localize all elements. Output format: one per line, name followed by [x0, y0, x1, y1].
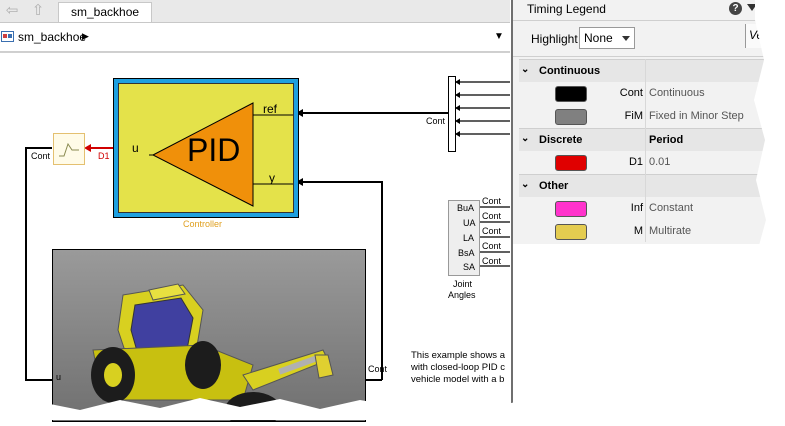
torn-edge-frame [0, 0, 785, 420]
